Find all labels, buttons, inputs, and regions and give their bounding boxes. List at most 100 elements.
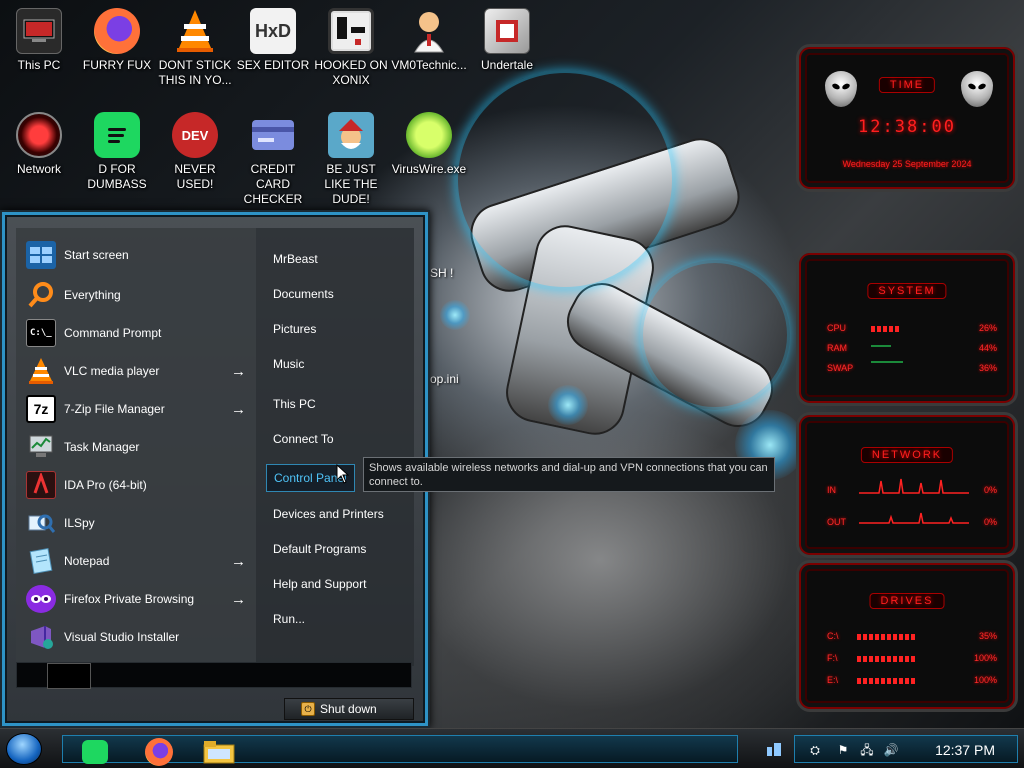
start-orb-button[interactable] (6, 733, 42, 765)
network-gadget[interactable]: NETWORK IN 0% OUT 0% (796, 412, 1018, 558)
system-row-swap: SWAP 36% (827, 361, 997, 375)
gadget-clock: 12:38:00 (858, 117, 956, 137)
desktop-icon-hooked-on-xonix[interactable]: HOOKED ON XONIX (312, 8, 390, 88)
7zip-icon: 7z (26, 395, 56, 423)
power-icon: ⏻ (301, 702, 315, 716)
spotify-icon (94, 112, 140, 158)
vlc-icon (26, 357, 56, 385)
place-default-programs[interactable]: Default Programs (273, 542, 366, 556)
program-vlc[interactable]: VLC media player → (26, 354, 252, 388)
taskbar-spotify-button[interactable] (75, 738, 115, 766)
place-mrbeast[interactable]: MrBeast (273, 252, 318, 266)
drive-e-level-bar (857, 678, 917, 684)
program-label: Firefox Private Browsing (64, 592, 195, 606)
show-desktop-icon[interactable] (766, 741, 782, 757)
row-label: E:\ (827, 675, 839, 685)
drive-row-f: F:\ 100% (827, 653, 997, 665)
row-value: 36% (978, 363, 997, 373)
program-ilspy[interactable]: ILSpy (26, 506, 252, 540)
place-run[interactable]: Run... (273, 612, 305, 626)
drive-row-e: E:\ 100% (827, 675, 997, 687)
program-task-manager[interactable]: Task Manager (26, 430, 252, 464)
desktop-icon-be-just-like-the-dude[interactable]: BE JUST LIKE THE DUDE! (312, 112, 390, 207)
system-gadget[interactable]: SYSTEM CPU 26% RAM 44% SWAP 36% (796, 250, 1018, 406)
program-everything[interactable]: Everything (26, 278, 252, 312)
row-label: CPU (827, 323, 847, 333)
desktop-icon-vm0technic[interactable]: VM0Technic... (390, 8, 468, 73)
row-value: 26% (978, 323, 997, 333)
desktop-icon-this-pc[interactable]: This PC (0, 8, 78, 73)
ilspy-icon (26, 509, 56, 537)
taskbar-file-explorer-button[interactable] (199, 738, 239, 766)
taskbar: ⛭ ⚑ 🖧 🔊 12:37 PM (0, 728, 1024, 768)
submenu-arrow-icon[interactable]: → (231, 591, 246, 608)
alien-logo-icon (961, 71, 993, 107)
action-center-flag-icon[interactable]: ⚑ (835, 742, 851, 758)
row-label: F:\ (827, 653, 838, 663)
program-label: 7-Zip File Manager (64, 402, 165, 416)
partial-desktop-label: SH ! (430, 266, 454, 280)
network-in-graph (859, 478, 969, 494)
search-icon (26, 281, 56, 309)
alien-logo-icon (825, 71, 857, 107)
system-row-ram: RAM 44% (827, 343, 997, 355)
place-pictures[interactable]: Pictures (273, 322, 316, 336)
tray-app-icon[interactable]: ⛭ (807, 742, 823, 758)
program-label: Start screen (64, 248, 129, 262)
submenu-arrow-icon[interactable]: → (231, 401, 246, 418)
program-command-prompt[interactable]: C:\_ Command Prompt (26, 316, 252, 350)
search-box[interactable] (47, 663, 91, 689)
start-menu-search-bar[interactable] (16, 662, 412, 689)
program-notepad[interactable]: Notepad → (26, 544, 252, 578)
row-value: 44% (978, 343, 997, 353)
desktop-icon-network[interactable]: Network (0, 112, 78, 177)
vs-installer-icon (26, 623, 56, 651)
desktop-icon-dont-stick[interactable]: DONT STICK THIS IN YO... (156, 8, 234, 88)
devcpp-icon: DEV (172, 112, 218, 158)
system-row-cpu: CPU 26% (827, 323, 997, 335)
program-label: VLC media player (64, 364, 160, 378)
program-start-screen[interactable]: Start screen (26, 238, 252, 272)
program-label: Everything (64, 288, 121, 302)
program-ida-pro[interactable]: IDA Pro (64-bit) (26, 468, 252, 502)
credit-card-icon (250, 112, 296, 158)
desktop-icon-viruswire[interactable]: VirusWire.exe (390, 112, 468, 177)
program-label: ILSpy (64, 516, 95, 530)
row-label: IN (827, 485, 836, 495)
desktop-icon-furry-fux[interactable]: FURRY FUX (78, 8, 156, 73)
program-7zip[interactable]: 7z 7-Zip File Manager → (26, 392, 252, 426)
desktop-icon-d-for-dumbass[interactable]: D FOR DUMBASS (78, 112, 156, 192)
start-screen-icon (26, 241, 56, 269)
place-help-and-support[interactable]: Help and Support (273, 577, 366, 591)
desktop-icon-undertale[interactable]: Undertale (468, 8, 546, 73)
program-firefox-private[interactable]: Firefox Private Browsing → (26, 582, 252, 616)
desktop-icon-credit-card-checker[interactable]: CREDIT CARD CHECKER (234, 112, 312, 207)
taskbar-firefox-button[interactable] (139, 738, 179, 766)
drives-gadget[interactable]: DRIVES C:\ 35% F:\ 100% E:\ 100% (796, 560, 1018, 712)
task-manager-icon (26, 433, 56, 461)
row-value: 35% (978, 631, 997, 641)
program-label: Notepad (64, 554, 110, 568)
submenu-arrow-icon[interactable]: → (231, 553, 246, 570)
program-vs-installer[interactable]: Visual Studio Installer (26, 620, 252, 654)
place-connect-to[interactable]: Connect To (273, 432, 334, 446)
place-this-pc[interactable]: This PC (273, 397, 316, 411)
place-devices-and-printers[interactable]: Devices and Printers (273, 507, 384, 521)
firefox-icon (94, 8, 140, 54)
volume-icon[interactable]: 🔊 (883, 742, 899, 758)
taskbar-clock[interactable]: 12:37 PM (935, 742, 995, 758)
place-documents[interactable]: Documents (273, 287, 334, 301)
network-row-out: OUT 0% (827, 512, 997, 529)
program-label: IDA Pro (64-bit) (64, 478, 147, 492)
desktop-icon-never-used[interactable]: DEV NEVER USED! (156, 112, 234, 192)
row-label: OUT (827, 517, 846, 527)
network-tray-icon[interactable]: 🖧 (859, 742, 875, 758)
row-value: 100% (973, 675, 997, 685)
submenu-arrow-icon[interactable]: → (231, 363, 246, 380)
desktop-icon-sex-editor[interactable]: HxD SEX EDITOR (234, 8, 312, 73)
shutdown-button[interactable]: ⏻ Shut down (284, 698, 414, 720)
place-music[interactable]: Music (273, 357, 304, 371)
time-gadget[interactable]: TIME 12:38:00 Wednesday 25 September 202… (796, 44, 1018, 192)
cmd-icon: C:\_ (26, 319, 56, 347)
undertale-icon (484, 8, 530, 54)
